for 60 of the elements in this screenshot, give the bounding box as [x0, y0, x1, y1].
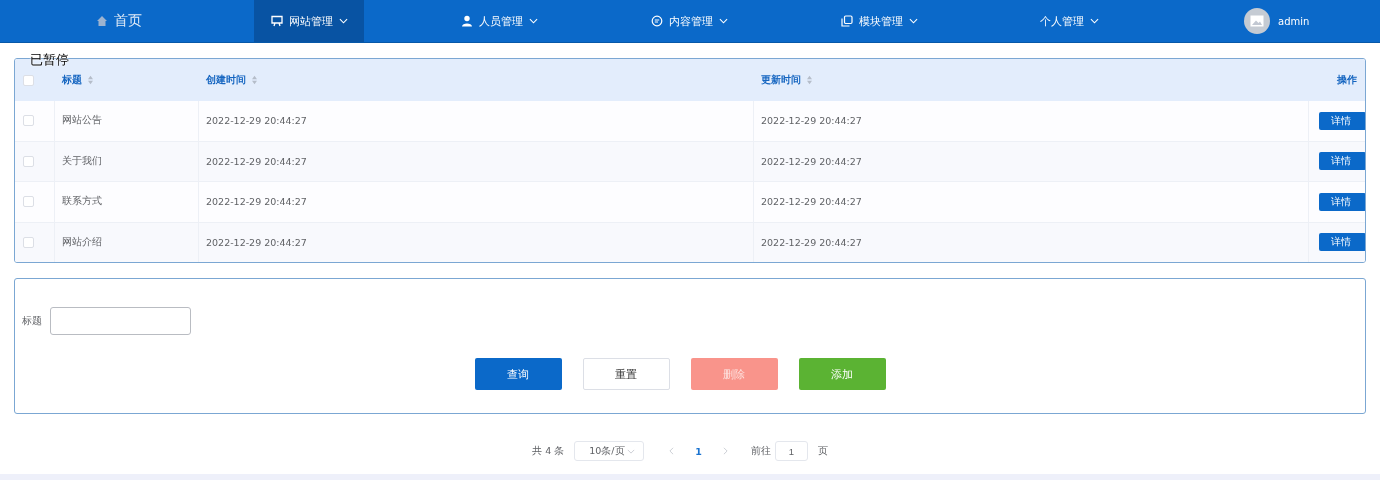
caret-icon — [338, 18, 348, 24]
total-count: 共 4 条 — [532, 444, 565, 458]
row-checkbox[interactable] — [23, 155, 34, 167]
table-cell: 关于我们 — [62, 154, 102, 168]
presentation-board-icon — [270, 15, 283, 27]
caret-icon — [908, 18, 918, 24]
table-cell: 网站介绍 — [62, 235, 102, 249]
table-cell: 网站公告 — [62, 114, 102, 128]
nav-tab[interactable]: 人员管理 — [444, 0, 554, 42]
caret-icon — [1089, 18, 1099, 24]
page-input-field[interactable]: 1 — [774, 441, 808, 461]
row-checkbox[interactable] — [23, 115, 34, 127]
copy-icon — [840, 15, 853, 27]
table-cell: 2022-12-29 20:44:27 — [206, 115, 307, 127]
table-cell: 2022-12-29 20:44:27 — [206, 196, 307, 208]
nav-tab[interactable]: 首页 — [64, 0, 174, 42]
action-button[interactable]: 查询 — [474, 358, 562, 390]
caret-icon — [718, 18, 728, 24]
details-button[interactable]: 详情 — [1319, 233, 1365, 252]
paused-label: 已暂停 — [30, 51, 69, 69]
row-checkbox[interactable] — [23, 196, 34, 208]
action-button[interactable]: 重置 — [582, 358, 670, 390]
nav-tab[interactable]: 个人管理 — [1014, 0, 1124, 42]
avatar[interactable] — [1244, 8, 1270, 34]
table-cell: 联系方式 — [62, 195, 102, 209]
goto-label: 前往 — [750, 444, 771, 458]
column-header: 操作 — [1337, 73, 1357, 87]
details-button[interactable]: 详情 — [1319, 192, 1365, 211]
table-cell: 2022-12-29 20:44:27 — [206, 155, 307, 167]
details-button[interactable]: 详情 — [1319, 152, 1365, 171]
table-cell: 2022-12-29 20:44:27 — [761, 236, 862, 248]
column-header[interactable]: 创建时间 — [206, 73, 258, 87]
user-icon — [460, 15, 473, 27]
title-input-field[interactable] — [50, 307, 191, 335]
previous-page-icon[interactable] — [669, 447, 675, 455]
column-header[interactable]: 更新时间 — [761, 73, 813, 87]
details-button[interactable]: 详情 — [1319, 111, 1365, 130]
next-page-icon[interactable] — [722, 447, 728, 455]
table-cell: 2022-12-29 20:44:27 — [761, 155, 862, 167]
nav-tab[interactable]: 网站管理 — [254, 0, 364, 42]
page-size-select[interactable]: 10条/页 — [574, 441, 645, 461]
sort-icon — [251, 75, 258, 85]
page-suffix: 页 — [817, 444, 828, 458]
sort-icon — [806, 75, 813, 85]
nav-tab[interactable]: 内容管理 — [634, 0, 744, 42]
sort-icon — [87, 75, 94, 85]
page-number[interactable]: 1 — [695, 445, 702, 457]
caret-icon — [528, 18, 538, 24]
table-cell: 2022-12-29 20:44:27 — [761, 196, 862, 208]
row-checkbox[interactable] — [23, 236, 34, 248]
select-all-checkbox[interactable] — [23, 74, 34, 86]
column-header[interactable]: 标题 — [62, 73, 94, 87]
field-label: 标题 — [22, 314, 42, 328]
chat-icon — [650, 15, 663, 27]
table-cell: 2022-12-29 20:44:27 — [206, 236, 307, 248]
chevron-down-icon — [627, 448, 636, 454]
nav-tab[interactable]: 模块管理 — [824, 0, 934, 42]
home-icon — [96, 15, 108, 27]
table-cell: 2022-12-29 20:44:27 — [761, 115, 862, 127]
user-name: admin — [1278, 15, 1310, 27]
